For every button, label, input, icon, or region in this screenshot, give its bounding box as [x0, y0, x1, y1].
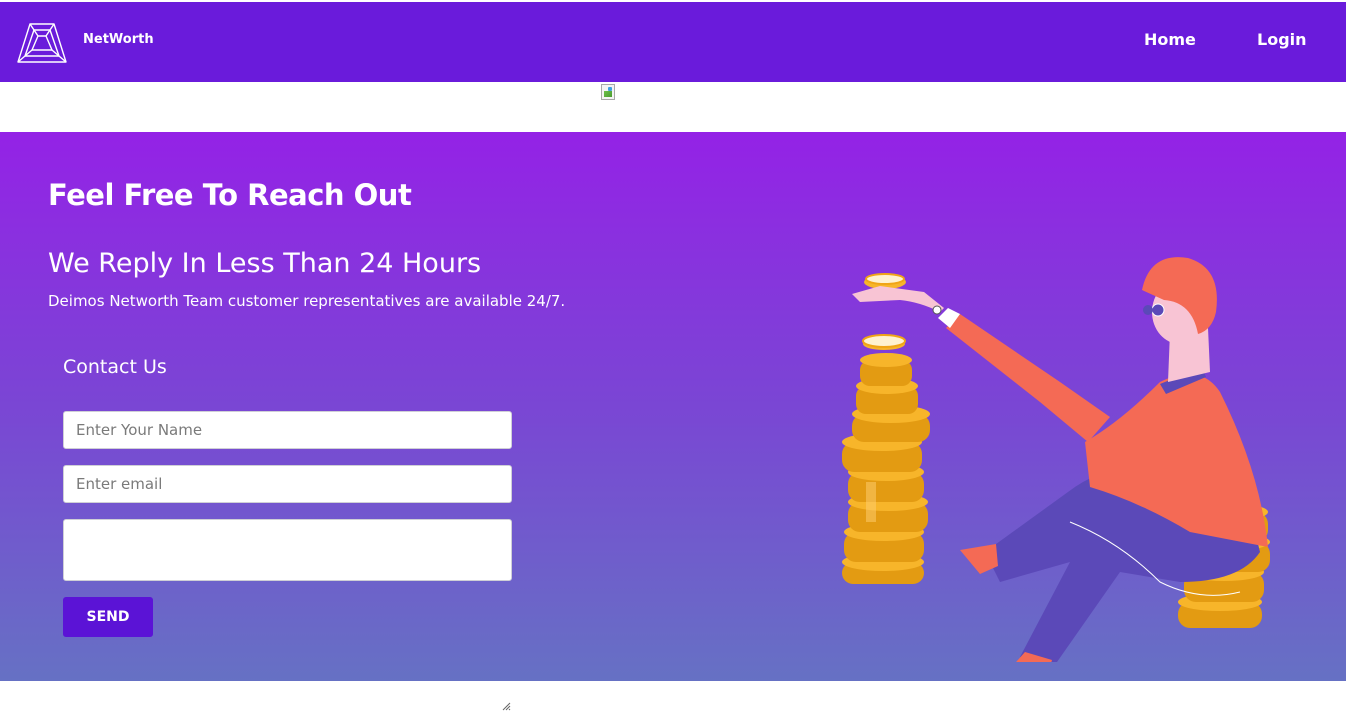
triangle-logo-icon[interactable]: [16, 22, 68, 64]
send-button[interactable]: SEND: [63, 597, 153, 637]
message-textarea[interactable]: [63, 519, 512, 581]
coin-stack-left: [842, 334, 930, 584]
hero-description: Deimos Networth Team customer representa…: [48, 292, 566, 310]
brand-name[interactable]: NetWorth: [83, 32, 154, 47]
banner-area: [0, 82, 1346, 132]
name-input[interactable]: [63, 411, 512, 449]
navbar: NetWorth Home Login: [0, 2, 1346, 82]
nav-home-link[interactable]: Home: [1144, 30, 1196, 49]
hero-subtitle: We Reply In Less Than 24 Hours: [48, 248, 482, 279]
broken-image-icon: [601, 84, 615, 100]
hero-title: Feel Free To Reach Out: [48, 178, 412, 212]
coin-stacker-illustration: [842, 257, 1270, 662]
email-input[interactable]: [63, 465, 512, 503]
contact-heading: Contact Us: [63, 356, 167, 378]
contact-hero: Feel Free To Reach Out We Reply In Less …: [0, 132, 1346, 711]
resize-grip-icon[interactable]: [502, 702, 511, 711]
nav-login-link[interactable]: Login: [1257, 30, 1307, 49]
